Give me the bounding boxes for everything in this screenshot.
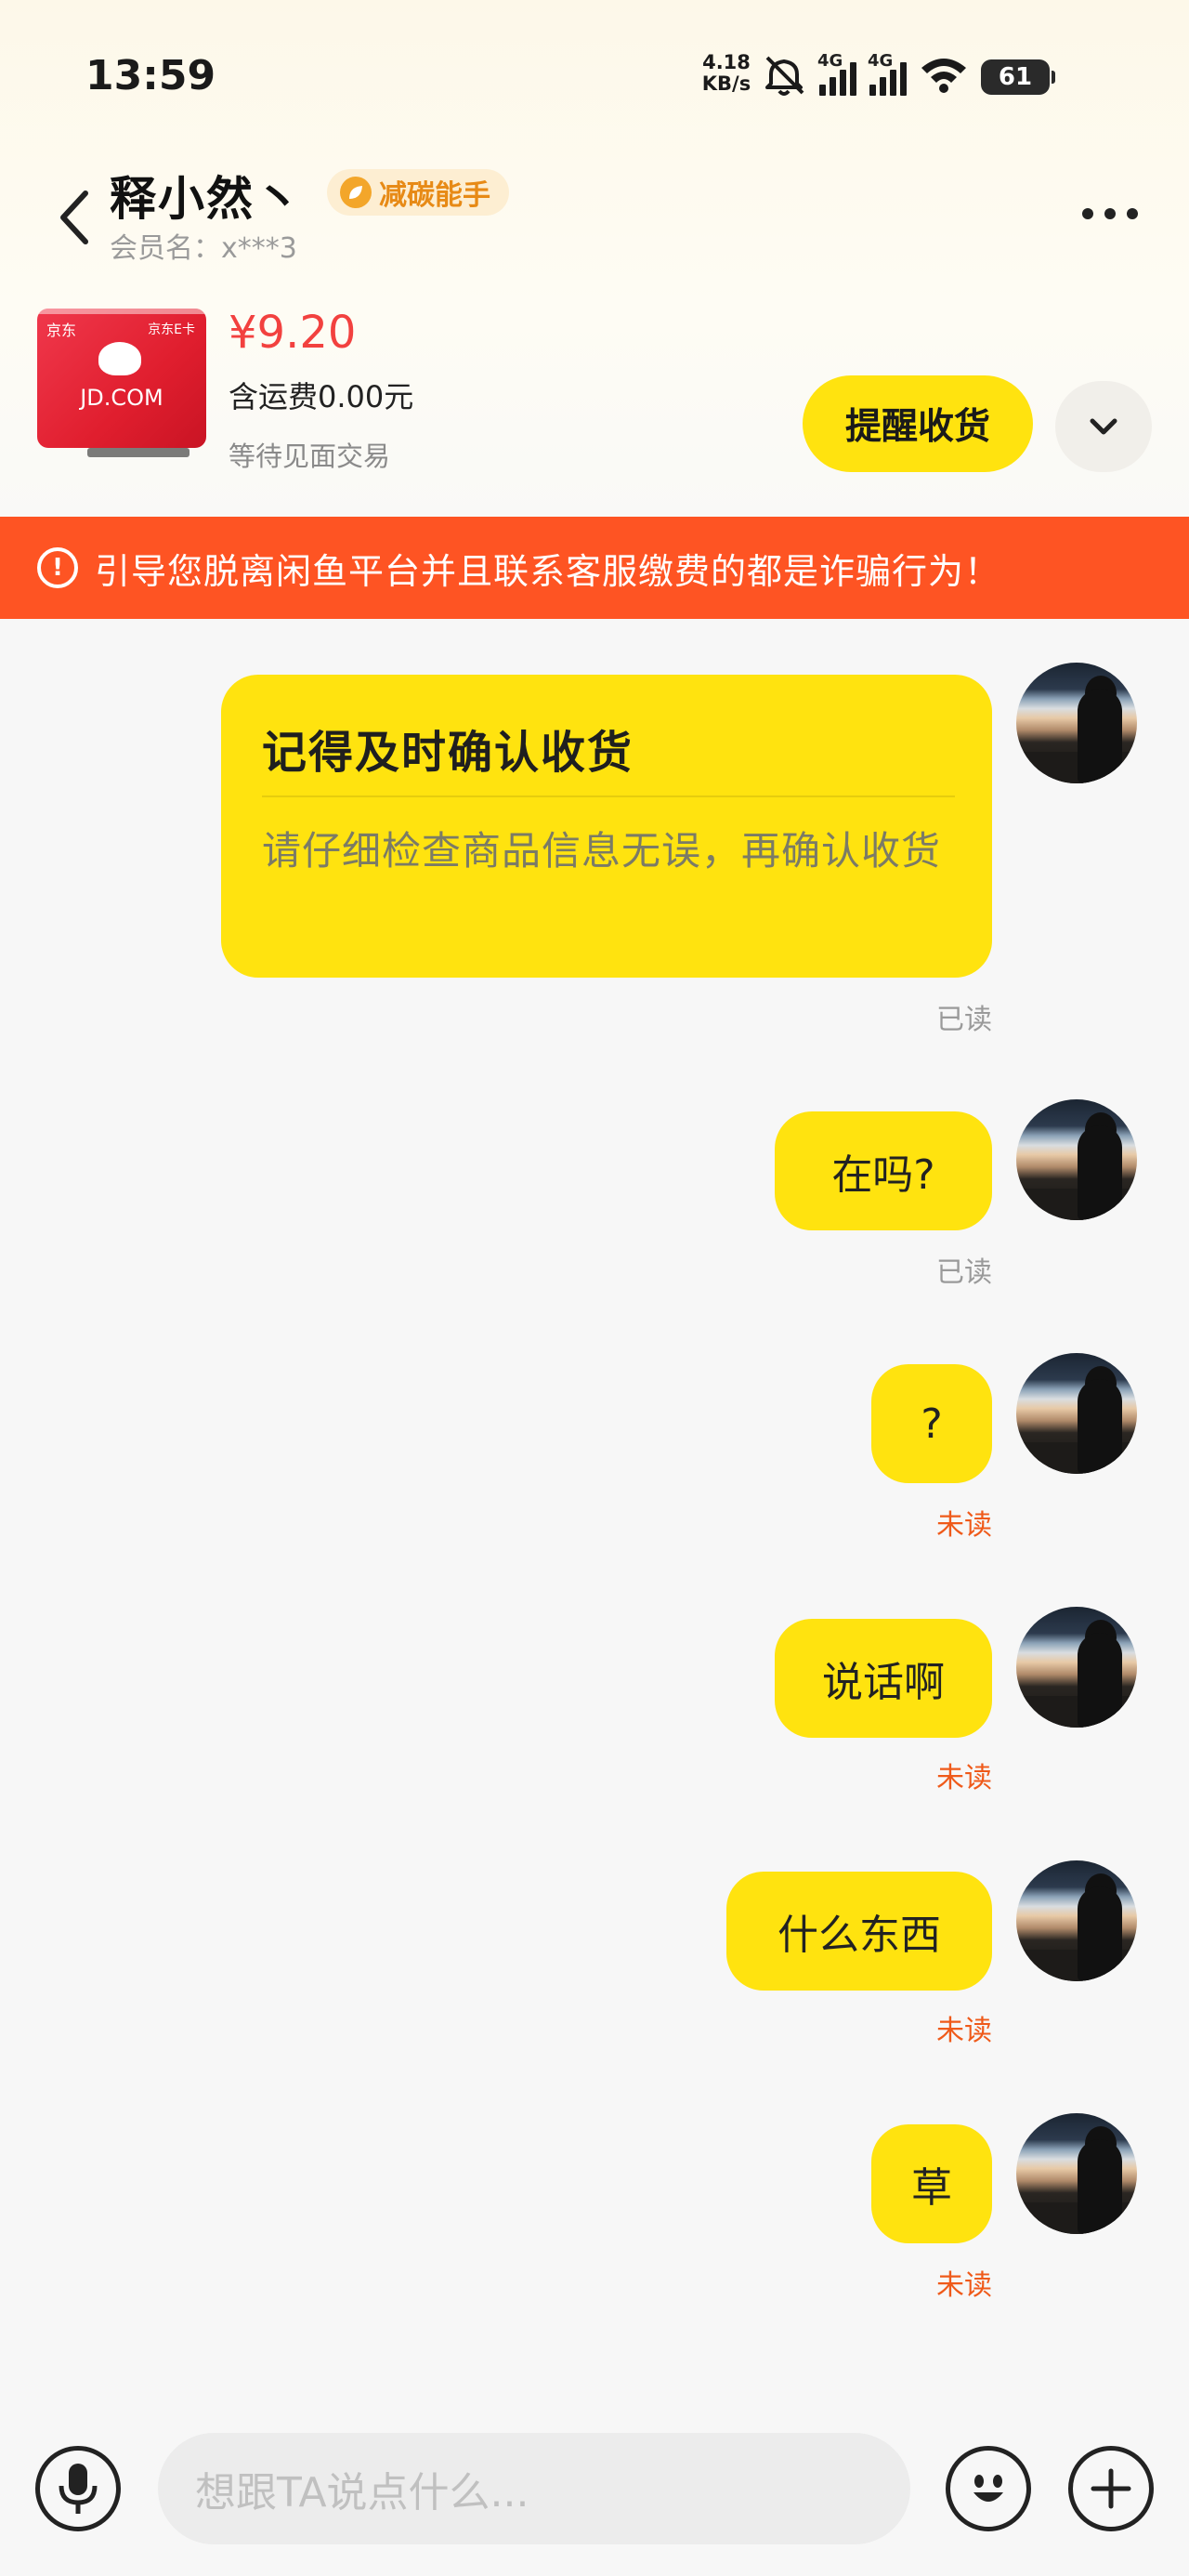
signal-sim2-label: 4G [868,51,894,71]
avatar-figure [1078,1633,1122,1728]
avatar[interactable] [1016,1607,1137,1728]
status-time: 13:59 [85,52,216,99]
card-description: 请仔细检查商品信息无误，再确认收货 [262,828,942,874]
avatar[interactable] [1016,1353,1137,1474]
system-card-bubble[interactable]: 记得及时确认收货 请仔细检查商品信息无误，再确认收货 [221,675,992,978]
message-bubble[interactable]: 草 [871,2124,992,2243]
avatar[interactable] [1016,1099,1137,1220]
emoji-icon [973,2475,1003,2502]
avatar-figure [1078,2139,1122,2234]
card-logo-text: JD.COM [80,385,163,411]
chat-header: 释小然丶 减碳能手 会员名：x***3 [0,158,1189,269]
avatar[interactable] [1016,2113,1137,2234]
read-status: 已读 [936,1256,992,1289]
mute-icon [762,54,806,100]
expand-button[interactable] [1055,381,1152,472]
more-icon [1082,208,1093,219]
read-status: 已读 [936,1004,992,1036]
avatar-figure [1078,1379,1122,1474]
voice-button[interactable] [35,2446,121,2531]
avatar-figure [1078,689,1122,783]
seller-badge[interactable]: 减碳能手 [327,169,509,216]
shipping-fee: 含运费0.00元 [229,379,414,414]
product-card[interactable]: 京东 京东E卡 JD.COM ¥9.20 含运费0.00元 等待见面交易 提醒收… [0,296,1189,481]
product-price: ¥9.20 [229,307,357,359]
exclamation-icon: ! [37,547,78,588]
status-bar: 13:59 4.18 KB/s 4G 4G 61 [0,0,1189,158]
message-input[interactable]: 想跟TA说点什么... [158,2433,910,2544]
avatar[interactable] [1016,1860,1137,1981]
battery-level: 61 [998,63,1033,91]
wifi-icon [920,57,968,98]
emoji-button[interactable] [946,2446,1031,2531]
back-arrow-icon [60,191,88,244]
unread-status: 未读 [936,1762,992,1794]
add-button[interactable] [1068,2446,1154,2531]
image-caption [87,448,189,457]
fraud-warning-bar: ! 引导您脱离闲鱼平台并且联系客服缴费的都是诈骗行为！ [0,517,1189,619]
mascot-icon [98,342,141,375]
card-strip [37,309,206,314]
battery-icon: 61 [981,59,1055,95]
input-bar: 想跟TA说点什么... [0,2412,1189,2576]
member-name: 会员名：x***3 [110,232,297,265]
more-icon-dot [1104,208,1116,219]
message-bubble[interactable]: 什么东西 [726,1872,992,1991]
unread-status: 未读 [936,1509,992,1542]
leaf-icon [340,177,372,208]
more-icon-dot [1127,208,1138,219]
back-button[interactable] [46,180,102,255]
avatar-figure [1078,1886,1122,1981]
message-bubble[interactable]: ? [871,1364,992,1483]
signal-sim1-icon: 4G [817,51,856,96]
unread-status: 未读 [936,2015,992,2047]
microphone-icon [59,2464,98,2514]
more-button[interactable] [1068,186,1152,242]
status-icons: 4G 4G 61 [762,51,1055,100]
badge-label: 减碳能手 [379,179,490,212]
chat-area[interactable]: 记得及时确认收货 请仔细检查商品信息无误，再确认收货 已读 在吗? 已读 ? 未… [0,619,1189,2412]
trade-status: 等待见面交易 [229,440,391,472]
seller-name[interactable]: 释小然丶 [110,162,303,229]
message-bubble[interactable]: 在吗? [775,1111,992,1230]
network-speed-unit: KB/s [701,72,751,95]
unread-status: 未读 [936,2269,992,2302]
network-speed: 4.18 KB/s [699,52,754,95]
card-divider [262,795,955,797]
remind-receipt-button[interactable]: 提醒收货 [803,375,1033,472]
card-type: 京东E卡 [148,322,195,337]
chevron-down-icon [1090,418,1117,435]
signal-sim2-icon: 4G [868,51,907,96]
card-brand: 京东 [46,322,77,339]
message-bubble[interactable]: 说话啊 [775,1619,992,1738]
jd-card-image: 京东 京东E卡 JD.COM [37,309,206,448]
avatar[interactable] [1016,663,1137,783]
signal-sim1-label: 4G [817,51,843,71]
plus-icon [1091,2468,1131,2509]
warning-text: 引导您脱离闲鱼平台并且联系客服缴费的都是诈骗行为！ [95,550,1001,592]
card-title: 记得及时确认收货 [262,727,634,779]
product-image[interactable]: 京东 京东E卡 JD.COM [37,309,206,457]
network-speed-value: 4.18 [702,51,751,73]
avatar-figure [1078,1125,1122,1220]
